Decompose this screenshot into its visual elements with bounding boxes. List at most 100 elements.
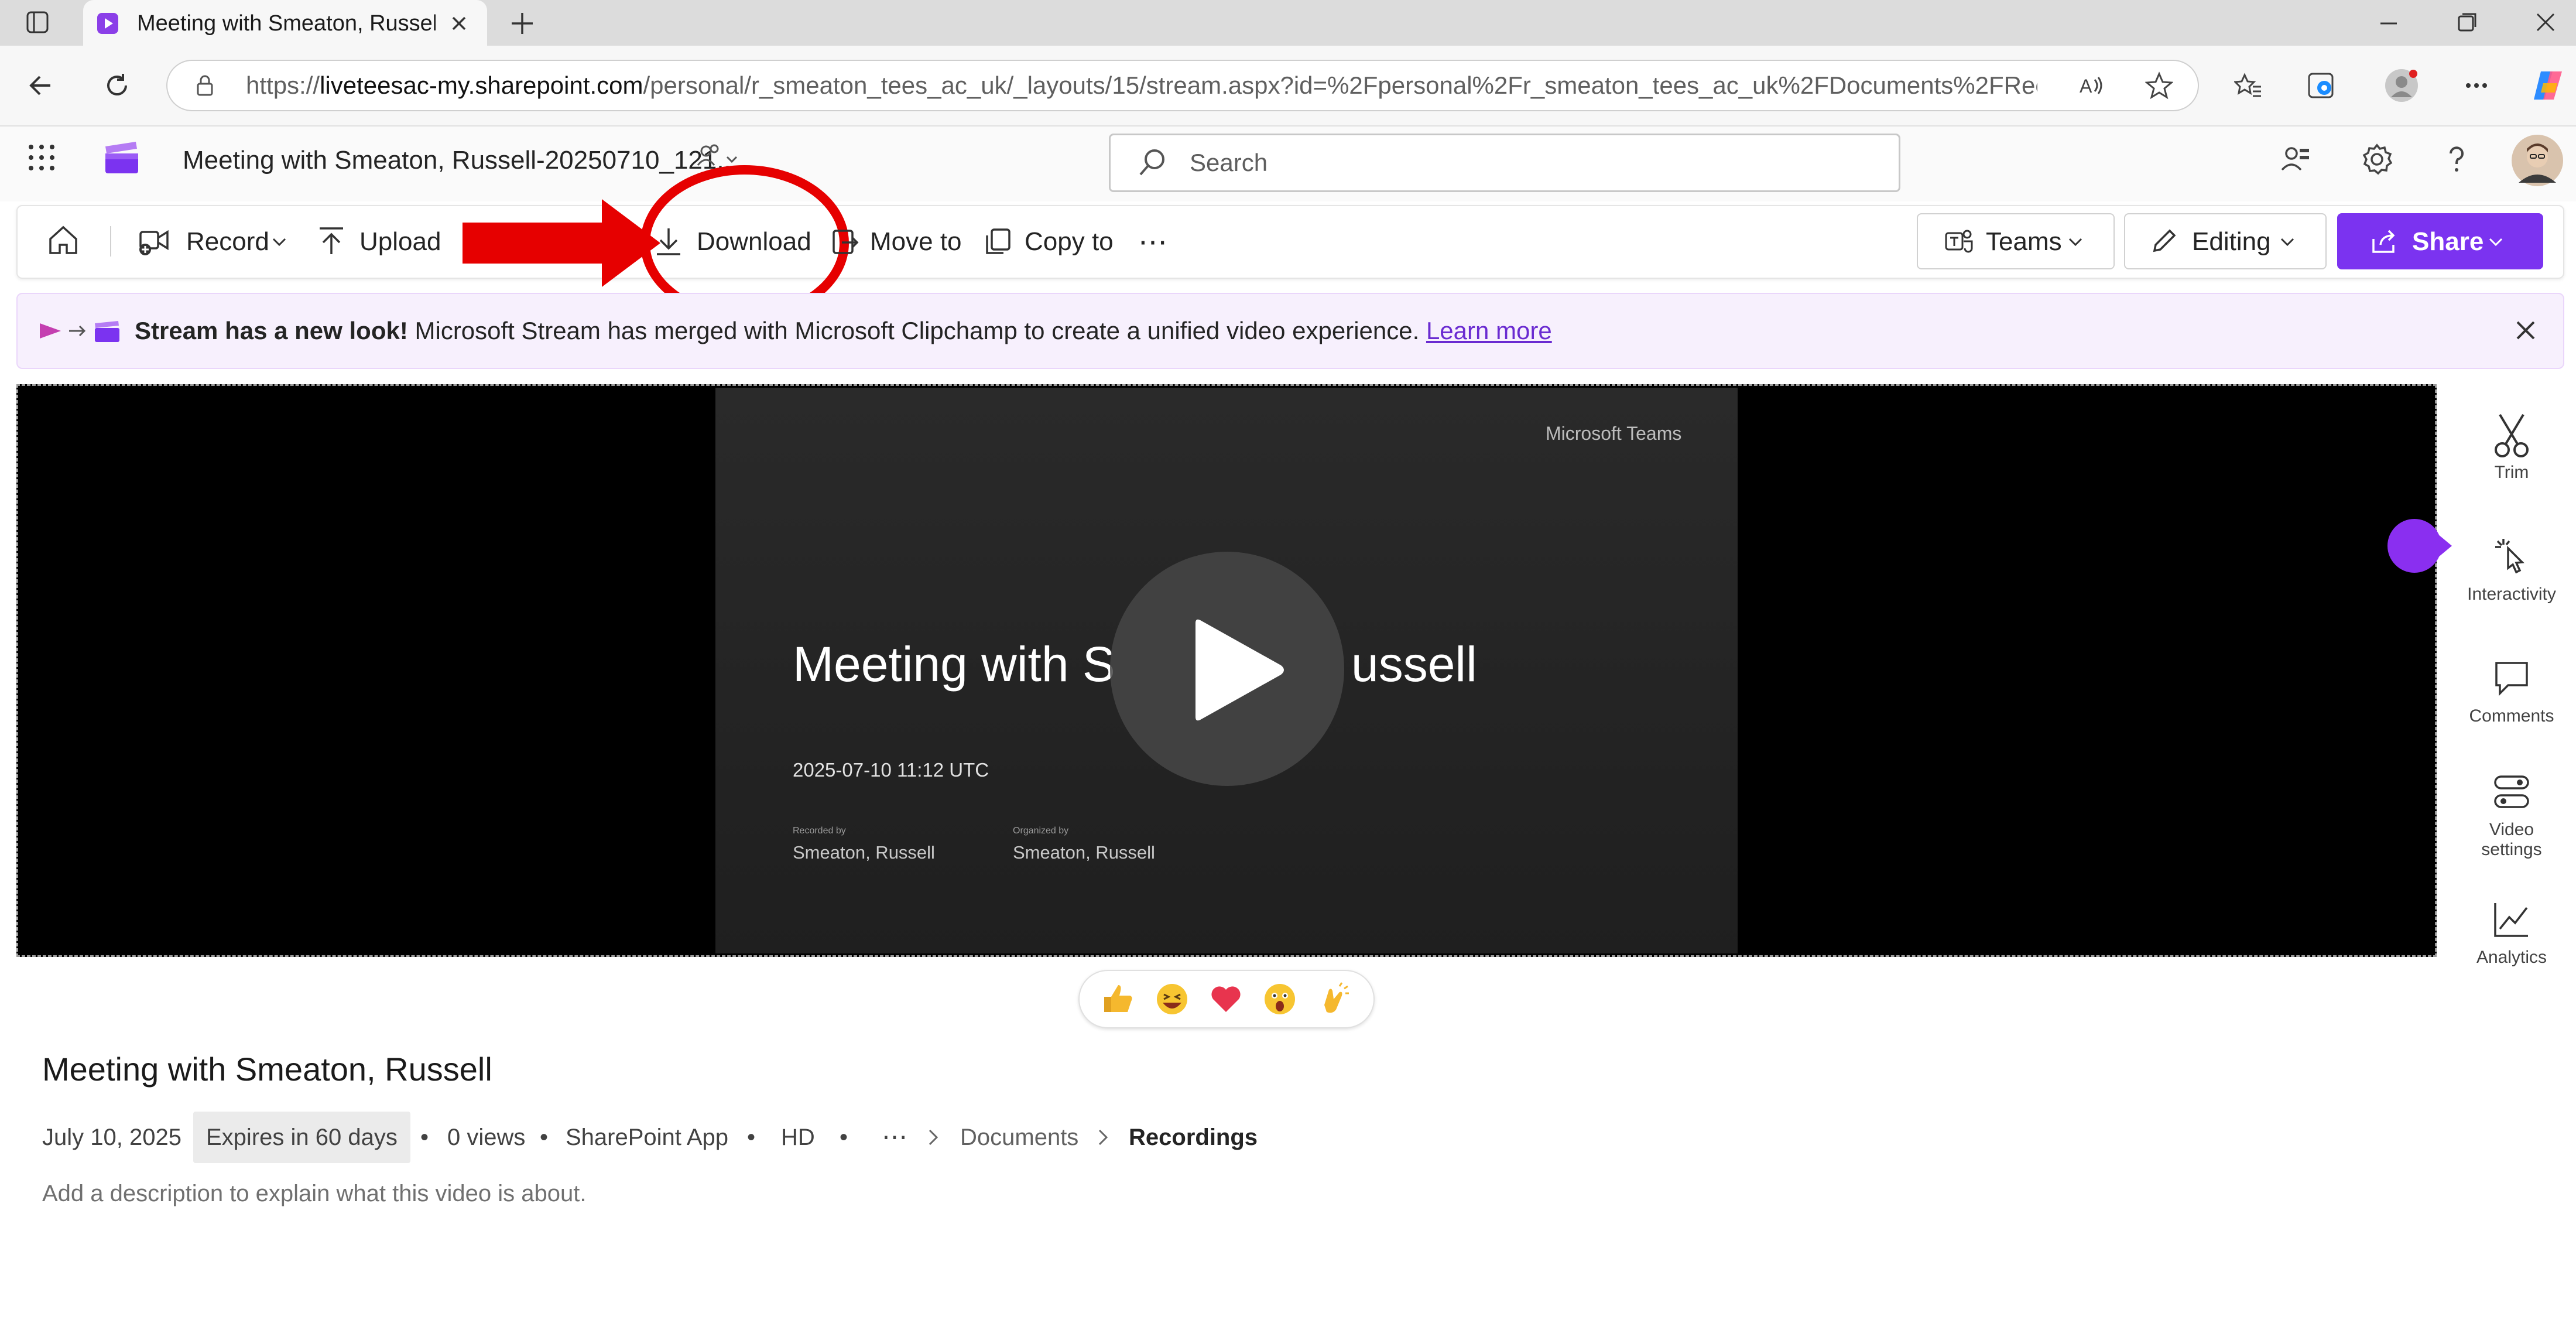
chevron-down-icon <box>2487 233 2505 251</box>
quality-badge: HD <box>781 1124 815 1150</box>
comments-icon[interactable] <box>2492 658 2532 698</box>
copy-to-icon[interactable] <box>981 225 1014 258</box>
browser-more-icon[interactable] <box>2462 71 2491 100</box>
recorded-by-name: Smeaton, Russell <box>793 842 935 863</box>
search-icon <box>1136 146 1169 179</box>
chevron-right-icon <box>1095 1127 1112 1148</box>
app-launcher-icon[interactable] <box>27 143 56 172</box>
chevron-right-icon <box>925 1127 943 1148</box>
chevron-down-icon <box>2067 233 2084 251</box>
editing-label: Editing <box>2192 227 2271 256</box>
analytics-button[interactable]: Analytics <box>2459 948 2564 968</box>
dot-separator: • <box>420 1124 429 1150</box>
new-tab-icon[interactable] <box>509 11 535 36</box>
video-settings-button[interactable]: Video settings <box>2459 820 2564 860</box>
trim-icon[interactable] <box>2492 412 2532 459</box>
banner-message: Stream has a new look! Microsoft Stream … <box>135 293 1552 369</box>
url-prefix: https:// <box>246 71 320 99</box>
svg-text:A: A <box>2080 76 2092 97</box>
chevron-down-icon <box>2279 233 2296 251</box>
minimize-icon[interactable] <box>2377 12 2400 35</box>
clapping-icon[interactable] <box>1316 982 1351 1017</box>
favorite-star-icon[interactable] <box>2145 71 2173 100</box>
video-brand-text: Microsoft Teams <box>1546 423 1682 444</box>
description-field[interactable]: Add a description to explain what this v… <box>42 1176 586 1211</box>
video-datetime: 2025-07-10 11:12 UTC <box>793 759 989 781</box>
video-settings-label-1: Video <box>2489 820 2534 839</box>
tab-actions-icon[interactable] <box>26 11 49 34</box>
annotation-arrow <box>463 199 662 287</box>
breadcrumb-more-button[interactable]: ⋯ <box>882 1112 907 1163</box>
people-icon[interactable] <box>2279 143 2311 176</box>
back-icon[interactable] <box>27 71 55 100</box>
interactivity-icon[interactable] <box>2492 535 2532 575</box>
expires-badge[interactable]: Expires in 60 days <box>193 1112 410 1163</box>
upload-icon[interactable] <box>315 225 348 258</box>
profile-avatar-icon[interactable] <box>2384 68 2419 103</box>
read-aloud-icon[interactable]: A <box>2077 71 2105 100</box>
copy-to-button[interactable]: Copy to <box>1025 205 1114 279</box>
video-settings-label-2: settings <box>2481 840 2542 859</box>
more-actions-button[interactable]: ⋯ <box>1138 205 1167 279</box>
breadcrumb-documents[interactable]: Documents <box>960 1112 1078 1163</box>
heart-icon[interactable] <box>1208 982 1244 1017</box>
dot-separator: • <box>747 1124 756 1150</box>
play-icon <box>1184 617 1289 723</box>
url-text[interactable]: https://liveteesac-my.sharepoint.com/per… <box>246 60 2037 111</box>
laughing-emoji-icon[interactable] <box>1155 982 1190 1017</box>
browser-tab-title: Meeting with Smeaton, Russell-2( <box>137 11 436 36</box>
interactivity-marker <box>2386 518 2457 574</box>
url-host: liveteesac-my.sharepoint.com <box>320 71 643 99</box>
views-count: 0 views <box>447 1124 526 1150</box>
url-path: /personal/r_smeaton_tees_ac_uk/_layouts/… <box>643 71 2037 99</box>
surprised-emoji-icon[interactable] <box>1262 982 1297 1017</box>
home-icon[interactable] <box>46 223 81 258</box>
lock-icon[interactable] <box>193 74 217 97</box>
teams-label: Teams <box>1986 227 2062 256</box>
copilot-icon[interactable] <box>2529 67 2567 104</box>
move-to-icon[interactable] <box>828 225 861 258</box>
help-icon[interactable] <box>2439 142 2474 177</box>
recorded-by-label: Recorded by <box>793 826 846 836</box>
close-banner-icon[interactable] <box>2513 317 2539 343</box>
stream-to-clipchamp-icon <box>37 316 125 346</box>
move-to-button[interactable]: Move to <box>870 205 962 279</box>
dot-separator: • <box>840 1124 848 1150</box>
banner-bold: Stream has a new look! <box>135 317 408 344</box>
dot-separator: • <box>540 1124 549 1150</box>
chevron-down-icon[interactable] <box>270 233 288 251</box>
refresh-icon[interactable] <box>103 71 131 100</box>
settings-gear-icon[interactable] <box>2359 142 2395 177</box>
thumbs-up-icon[interactable] <box>1101 982 1136 1017</box>
video-date: July 10, 2025 <box>42 1124 181 1150</box>
edge-icon[interactable] <box>2307 70 2337 101</box>
pencil-icon <box>2149 226 2179 257</box>
analytics-icon[interactable] <box>2492 900 2532 939</box>
record-icon[interactable] <box>137 225 172 258</box>
search-placeholder: Search <box>1190 149 1268 176</box>
restore-icon[interactable] <box>2455 11 2479 34</box>
interactivity-button[interactable]: Interactivity <box>2459 584 2564 604</box>
video-title: Meeting with Smeaton, Russell <box>42 1051 492 1088</box>
favorites-icon[interactable] <box>2234 71 2262 100</box>
comments-button[interactable]: Comments <box>2459 706 2564 726</box>
stream-favicon-icon <box>96 12 119 35</box>
breadcrumb-recordings: Recordings <box>1129 1124 1258 1150</box>
learn-more-link[interactable]: Learn more <box>1426 317 1552 344</box>
user-avatar[interactable] <box>2510 134 2564 187</box>
share-label: Share <box>2412 227 2484 256</box>
close-tab-icon[interactable] <box>448 13 470 34</box>
video-slide-title-left: Meeting with S <box>793 637 1115 692</box>
trim-button[interactable]: Trim <box>2459 463 2564 483</box>
video-settings-icon[interactable] <box>2492 772 2532 812</box>
upload-button[interactable]: Upload <box>359 205 441 279</box>
video-slide-title-right: ussell <box>1351 637 1477 692</box>
record-button[interactable]: Record <box>186 205 269 279</box>
banner-text: Microsoft Stream has merged with Microso… <box>407 317 1426 344</box>
teams-icon <box>1944 226 1974 257</box>
share-icon <box>2369 226 2399 257</box>
divider <box>110 226 111 257</box>
clipchamp-logo-icon <box>103 141 142 176</box>
source-app: SharePoint App <box>566 1124 728 1150</box>
close-window-icon[interactable] <box>2534 11 2557 34</box>
